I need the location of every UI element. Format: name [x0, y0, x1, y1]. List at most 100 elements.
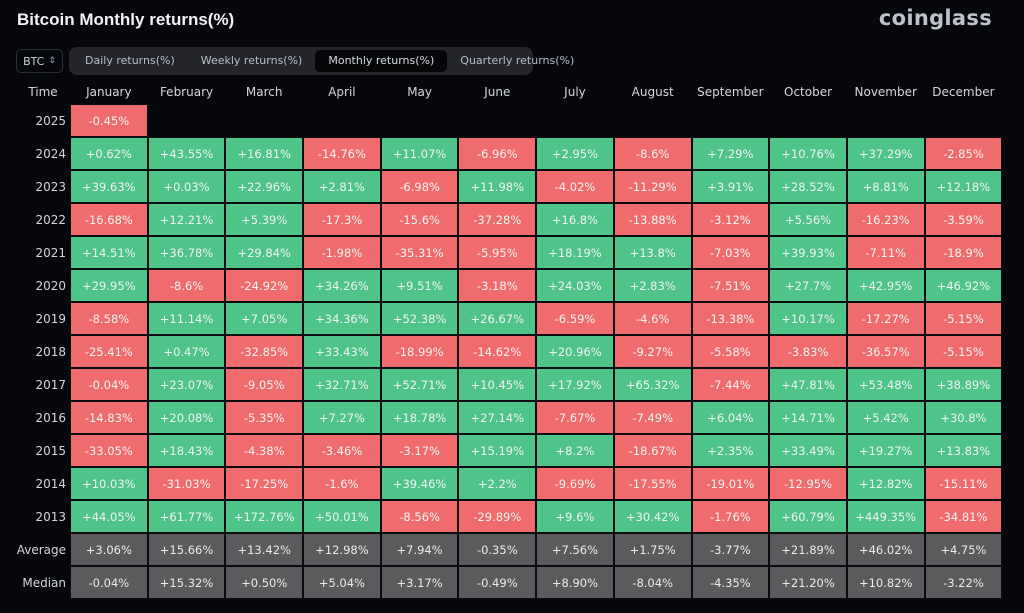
return-cell: +61.77%: [147, 500, 226, 533]
summary-cell: +8.90%: [536, 566, 614, 599]
summary-cell: -8.04%: [613, 566, 692, 599]
return-cell: -17.55%: [613, 467, 692, 500]
return-cell: +5.56%: [769, 203, 847, 236]
return-cell: +65.32%: [613, 368, 692, 401]
return-cell: -29.89%: [458, 500, 537, 533]
empty-cell: [692, 104, 770, 137]
return-cell: +26.67%: [458, 302, 537, 335]
return-cell: +22.96%: [225, 170, 304, 203]
summary-cell: -0.49%: [458, 566, 537, 599]
return-cell: -18.99%: [380, 335, 459, 368]
return-cell: +10.03%: [70, 467, 148, 500]
return-cell: -3.12%: [691, 203, 770, 236]
empty-cell: [536, 104, 614, 137]
coinglass-logo: coinglass: [878, 6, 992, 30]
return-cell: +33.43%: [303, 335, 381, 368]
summary-cell: -4.35%: [691, 566, 770, 599]
return-cell: -24.92%: [225, 269, 304, 302]
return-cell: +50.01%: [303, 500, 381, 533]
month-column-header: August: [631, 85, 674, 99]
return-cell: +18.19%: [536, 236, 614, 269]
year-row: 2021 +14.51% +36.78% +29.84% -1.98% -35.31% -5…: [0, 236, 1003, 269]
return-cell: -9.05%: [225, 368, 304, 401]
tab-quarterly-returns[interactable]: Quarterly returns(%): [447, 50, 587, 72]
return-cell: -6.98%: [380, 170, 459, 203]
month-column-header: July: [564, 85, 586, 99]
summary-cell: +15.32%: [147, 566, 226, 599]
coin-select-value: BTC: [23, 54, 45, 68]
return-cell: +30.42%: [613, 500, 692, 533]
return-cell: +18.78%: [380, 401, 459, 434]
year-label: 2013: [35, 509, 66, 524]
return-cell: -25.41%: [70, 335, 148, 368]
return-cell: +7.27%: [303, 401, 381, 434]
return-cell: -5.35%: [225, 401, 304, 434]
return-cell: +13.8%: [613, 236, 692, 269]
year-label: 2018: [35, 344, 66, 359]
return-cell: -13.38%: [691, 302, 770, 335]
year-row: 2013 +44.05% +61.77% +172.76% +50.01% -8.56% -…: [0, 500, 1003, 533]
return-cell: -1.76%: [691, 500, 770, 533]
empty-cell: [458, 104, 536, 137]
return-cell: +449.35%: [846, 500, 925, 533]
empty-cell: [847, 104, 925, 137]
empty-cell: [148, 104, 226, 137]
year-label: 2014: [35, 476, 66, 491]
return-cell: +11.98%: [458, 170, 537, 203]
year-row: 2015 -33.05% +18.43% -4.38% -3.46% -3.17% +15.…: [0, 434, 1003, 467]
year-label: 2015: [35, 443, 66, 458]
summary-cell: +21.89%: [769, 533, 847, 566]
return-cell: -14.83%: [70, 401, 148, 434]
summary-label: Median: [22, 575, 66, 590]
return-cell: +2.95%: [536, 137, 614, 170]
return-cell: -7.49%: [613, 401, 692, 434]
return-cell: -31.03%: [147, 467, 226, 500]
return-cell: +46.92%: [924, 269, 1003, 302]
return-cell: +33.49%: [769, 434, 847, 467]
return-cell: -37.28%: [458, 203, 537, 236]
return-cell: +7.05%: [225, 302, 304, 335]
month-column-header: January: [86, 85, 132, 99]
month-column-header: October: [784, 85, 833, 99]
year-row: 2014 +10.03% -31.03% -17.25% -1.6% +39.46% +2.…: [0, 467, 1003, 500]
return-cell: -18.9%: [924, 236, 1003, 269]
month-column-header: December: [932, 85, 995, 99]
return-cell: +44.05%: [70, 500, 148, 533]
return-cell: -3.59%: [924, 203, 1003, 236]
summary-cell: +15.66%: [147, 533, 226, 566]
return-cell: +0.62%: [70, 137, 148, 170]
return-cell: -17.25%: [225, 467, 304, 500]
return-cell: -14.62%: [458, 335, 537, 368]
summary-label: Average: [16, 542, 66, 557]
return-cell: +37.29%: [846, 137, 925, 170]
year-row: 2019 -8.58% +11.14% +7.05% +34.36% +52.38% +26…: [0, 302, 1003, 335]
summary-cell: +21.20%: [769, 566, 847, 599]
return-cell: +19.27%: [846, 434, 925, 467]
return-cell: -17.27%: [846, 302, 925, 335]
return-cell: +52.38%: [380, 302, 459, 335]
return-cell: +27.7%: [769, 269, 847, 302]
return-cell: +11.07%: [380, 137, 459, 170]
summary-cell: +46.02%: [846, 533, 925, 566]
return-cell: +39.93%: [769, 236, 847, 269]
return-cell: +38.89%: [924, 368, 1003, 401]
year-label: 2021: [35, 245, 66, 260]
tab-monthly-returns[interactable]: Monthly returns(%): [315, 50, 448, 72]
return-cell: -8.58%: [70, 302, 148, 335]
return-cell: +36.78%: [147, 236, 226, 269]
summary-cell: +3.06%: [70, 533, 148, 566]
return-cell: +12.21%: [147, 203, 226, 236]
return-cell: +2.81%: [303, 170, 381, 203]
return-cell: -15.6%: [380, 203, 459, 236]
tab-daily-returns[interactable]: Daily returns(%): [72, 50, 188, 72]
return-cell: +20.96%: [536, 335, 614, 368]
return-cell: -6.59%: [536, 302, 614, 335]
year-row: 2020 +29.95% -8.6% -24.92% +34.26% +9.51% -3.1…: [0, 269, 1003, 302]
coin-select[interactable]: BTC ⇕: [16, 49, 63, 73]
year-label: 2017: [35, 377, 66, 392]
return-cell: +5.42%: [846, 401, 925, 434]
year-label: 2024: [35, 146, 66, 161]
return-cell: -3.83%: [769, 335, 847, 368]
tab-weekly-returns[interactable]: Weekly returns(%): [188, 50, 316, 72]
return-cell: +11.14%: [147, 302, 226, 335]
